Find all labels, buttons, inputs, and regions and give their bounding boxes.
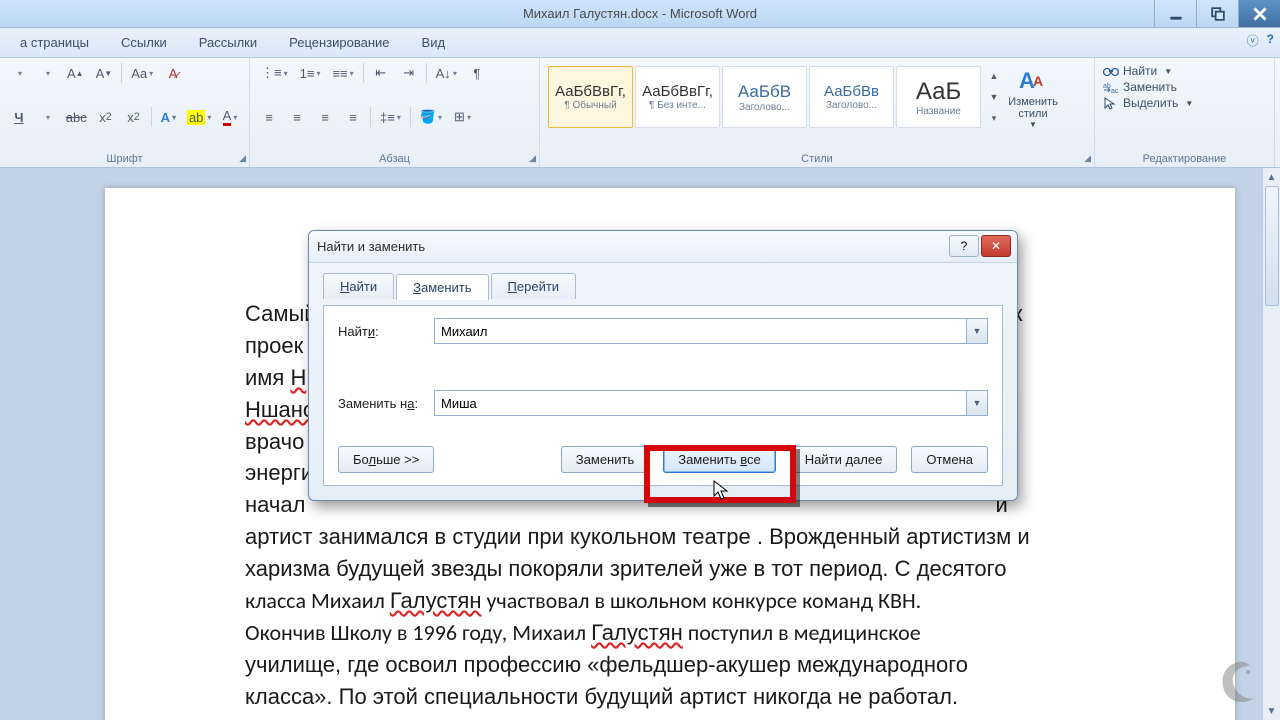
font-color-button[interactable]: A <box>219 106 241 128</box>
dialog-tab-replace[interactable]: Заменить <box>396 274 488 300</box>
dialog-tab-find[interactable]: Найти <box>323 273 394 299</box>
scroll-up-arrow[interactable]: ▲ <box>1263 168 1280 186</box>
style-no-spacing[interactable]: АаБбВвГг, ¶ Без инте... <box>635 66 720 128</box>
close-button[interactable] <box>1238 0 1280 27</box>
find-dropdown-button[interactable]: ▼ <box>966 318 988 344</box>
ribbon-tabs: а страницы Ссылки Рассылки Рецензировани… <box>0 28 1280 58</box>
borders-button[interactable]: ⊞ <box>451 106 474 128</box>
replace-icon: abac <box>1103 80 1119 94</box>
scroll-thumb[interactable] <box>1265 186 1279 306</box>
replace-dropdown-button[interactable]: ▼ <box>966 390 988 416</box>
grow-font-button[interactable]: A▲ <box>64 62 87 84</box>
style-no-spacing-label: ¶ Без инте... <box>649 100 706 111</box>
style-normal-label: ¶ Обычный <box>564 100 616 111</box>
replace-button[interactable]: abac Заменить <box>1103 80 1266 94</box>
bullets-button[interactable]: ⋮≡ <box>258 62 291 84</box>
style-heading1[interactable]: АаБбВ Заголово... <box>722 66 807 128</box>
tab-mailings[interactable]: Рассылки <box>183 31 273 54</box>
sort-button[interactable]: A↓ <box>433 62 460 84</box>
style-heading2-label: Заголово... <box>826 100 877 111</box>
binoculars-icon <box>1103 64 1119 78</box>
vertical-scrollbar[interactable]: ▲ ▼ <box>1262 168 1280 720</box>
ribbon: A▲ A▼ Aa A̷ Ч abc x2 x2 A ab A Шрифт ◢ ⋮… <box>0 58 1280 168</box>
minimize-ribbon-icon[interactable]: ⓥ <box>1247 32 1259 49</box>
increase-indent-button[interactable]: ⇥ <box>398 62 420 84</box>
multilevel-list-button[interactable]: ≡≡ <box>329 62 356 84</box>
find-label: Найти: <box>338 324 434 339</box>
align-left-button[interactable]: ≡ <box>258 106 280 128</box>
align-center-button[interactable]: ≡ <box>286 106 308 128</box>
paragraph-dialog-launcher[interactable]: ◢ <box>529 153 536 164</box>
clear-formatting-button[interactable]: A̷ <box>162 62 184 84</box>
find-button[interactable]: Найти▼ <box>1103 64 1266 78</box>
show-marks-button[interactable]: ¶ <box>466 62 488 84</box>
decrease-indent-button[interactable]: ⇤ <box>370 62 392 84</box>
watermark-icon <box>1210 656 1266 712</box>
style-normal[interactable]: АаБбВвГг, ¶ Обычный <box>548 66 633 128</box>
dialog-tab-goto[interactable]: Перейти <box>491 273 577 299</box>
paragraph-group-label: Абзац <box>258 150 531 165</box>
find-replace-dialog: Найти и заменить ? ✕ Найти Заменить Пере… <box>308 230 1018 501</box>
change-case-button[interactable]: Aa <box>128 62 156 84</box>
change-styles-button[interactable]: AA Изменить стили ▼ <box>1001 62 1065 132</box>
style-title-label: Название <box>916 106 961 117</box>
underline-dropdown[interactable] <box>36 106 58 128</box>
document-area: Самый к проек имя Нй Ншаной врачо энерги… <box>0 168 1280 720</box>
cancel-button[interactable]: Отмена <box>911 446 988 473</box>
underline-button[interactable]: Ч <box>8 106 30 128</box>
more-button[interactable]: Больше >> <box>338 446 434 473</box>
dialog-close-button[interactable]: ✕ <box>981 235 1011 257</box>
superscript-button[interactable]: x2 <box>123 106 145 128</box>
tab-references[interactable]: Ссылки <box>105 31 183 54</box>
text-effects-button[interactable]: A <box>157 106 179 128</box>
style-heading1-label: Заголово... <box>739 102 790 113</box>
title-bar: Михаил Галустян.docx - Microsoft Word <box>0 0 1280 28</box>
find-next-button[interactable]: Найти далее <box>790 446 898 473</box>
editing-group-label: Редактирование <box>1103 150 1266 165</box>
maximize-button[interactable] <box>1196 0 1238 27</box>
replace-all-button[interactable]: Заменить все <box>663 446 776 473</box>
svg-text:ac: ac <box>1111 88 1119 94</box>
tab-view[interactable]: Вид <box>406 31 462 54</box>
line-spacing-button[interactable]: ‡≡ <box>377 106 404 128</box>
app-title: Михаил Галустян.docx - Microsoft Word <box>523 6 757 21</box>
replace-input[interactable] <box>434 390 966 416</box>
shrink-font-button[interactable]: A▼ <box>93 62 116 84</box>
replace-label: Заменить на: <box>338 396 434 411</box>
font-size-combo[interactable] <box>36 62 58 84</box>
style-title[interactable]: АаБ Название <box>896 66 981 128</box>
styles-group-label: Стили <box>548 150 1086 165</box>
justify-button[interactable]: ≡ <box>342 106 364 128</box>
tab-review[interactable]: Рецензирование <box>273 31 405 54</box>
tab-page-layout[interactable]: а страницы <box>4 31 105 54</box>
select-button[interactable]: Выделить▼ <box>1103 96 1266 110</box>
dialog-titlebar[interactable]: Найти и заменить ? ✕ <box>309 231 1017 263</box>
font-group-label: Шрифт <box>8 150 241 165</box>
shading-button[interactable]: 🪣 <box>417 106 445 128</box>
styles-dialog-launcher[interactable]: ◢ <box>1084 153 1091 164</box>
help-icon[interactable]: ? <box>1267 32 1274 49</box>
replace-one-button[interactable]: Заменить <box>561 446 649 473</box>
numbering-button[interactable]: 1≡ <box>297 62 324 84</box>
select-icon <box>1103 96 1119 110</box>
minimize-button[interactable] <box>1154 0 1196 27</box>
subscript-button[interactable]: x2 <box>95 106 117 128</box>
strikethrough-button[interactable]: abc <box>64 106 89 128</box>
align-right-button[interactable]: ≡ <box>314 106 336 128</box>
highlight-button[interactable]: ab <box>185 106 213 128</box>
change-styles-icon: AA <box>1017 66 1049 96</box>
find-input[interactable] <box>434 318 966 344</box>
dialog-help-button[interactable]: ? <box>949 235 979 257</box>
font-dialog-launcher[interactable]: ◢ <box>239 153 246 164</box>
dialog-title: Найти и заменить <box>317 239 425 254</box>
svg-text:A: A <box>1033 73 1043 89</box>
svg-text:ab: ab <box>1103 83 1111 90</box>
style-heading2[interactable]: АаБбВв Заголово... <box>809 66 894 128</box>
font-name-combo[interactable] <box>8 62 30 84</box>
